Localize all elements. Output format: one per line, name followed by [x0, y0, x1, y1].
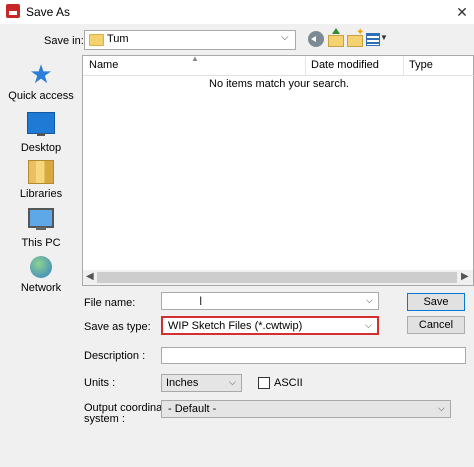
save-as-type-dropdown[interactable]: WIP Sketch Files (*.cwtwip) ⌵ — [161, 316, 379, 335]
place-label: Network — [20, 282, 62, 294]
save-as-type-label: Save as type: — [84, 321, 151, 333]
place-label: Libraries — [19, 188, 63, 200]
output-coordinate-label-line2: system : — [84, 413, 125, 425]
network-icon — [30, 256, 52, 278]
column-divider[interactable] — [403, 56, 404, 75]
output-coordinate-dropdown[interactable]: - Default - ⌵ — [161, 400, 451, 418]
save-in-dropdown[interactable]: Tum ⌵ — [84, 30, 296, 50]
chevron-down-icon: ⌵ — [438, 403, 445, 413]
file-name-input[interactable]: I ⌵ — [161, 292, 379, 310]
file-name-label: File name: — [84, 297, 136, 309]
folder-icon — [89, 34, 104, 46]
save-in-label: Save in: — [44, 35, 84, 47]
place-desktop[interactable]: Desktop — [6, 112, 76, 154]
up-arrow-icon — [332, 28, 340, 34]
desktop-icon — [27, 112, 55, 136]
column-date-modified[interactable]: Date modified — [311, 59, 379, 71]
libraries-icon — [28, 160, 54, 184]
horizontal-scrollbar[interactable]: ◀ ▶ — [83, 270, 473, 285]
description-label: Description : — [84, 350, 146, 362]
chevron-down-icon: ⌵ — [281, 32, 289, 43]
save-as-type-value: WIP Sketch Files (*.cwtwip) — [168, 320, 303, 332]
chevron-down-icon[interactable]: ⌵ — [366, 295, 373, 306]
place-label: Desktop — [20, 142, 62, 154]
app-icon — [6, 4, 20, 18]
place-quick-access[interactable]: ★ Quick access — [6, 59, 76, 102]
units-label: Units : — [84, 377, 116, 389]
title-bar: Save As ✕ — [0, 0, 474, 24]
save-in-value: Tum — [107, 33, 129, 45]
column-name[interactable]: Name — [89, 59, 118, 71]
save-button[interactable]: Save — [407, 293, 465, 311]
place-label: This PC — [21, 237, 61, 249]
place-this-pc[interactable]: This PC — [6, 208, 76, 249]
star-icon: ★ — [29, 59, 53, 89]
chevron-down-icon: ⌵ — [365, 320, 372, 330]
chevron-down-icon: ⌵ — [229, 377, 236, 387]
scrollbar-thumb[interactable] — [97, 272, 457, 283]
place-network[interactable]: Network — [6, 256, 76, 294]
empty-message: No items match your search. — [209, 78, 349, 90]
sparkle-icon: ✦ — [356, 27, 365, 38]
column-divider[interactable] — [305, 56, 306, 75]
units-value: Inches — [166, 377, 199, 389]
scroll-left-icon[interactable]: ◀ — [86, 271, 94, 282]
place-label: Quick access — [8, 90, 74, 102]
up-folder-shape — [328, 35, 344, 47]
output-coordinate-value: - Default - — [168, 403, 217, 415]
column-header-row: Name ▲ Date modified Type — [83, 54, 474, 76]
sort-up-icon: ▲ — [191, 54, 199, 63]
column-type[interactable]: Type — [409, 59, 433, 71]
ascii-checkbox[interactable] — [258, 377, 270, 389]
window-title: Save As — [26, 5, 71, 19]
back-icon[interactable] — [308, 31, 324, 47]
text-cursor-icon: I — [199, 294, 203, 308]
close-icon[interactable]: ✕ — [452, 2, 472, 22]
units-dropdown[interactable]: Inches ⌵ — [161, 374, 242, 392]
file-list[interactable]: Name ▲ Date modified Type No items match… — [82, 54, 474, 286]
up-folder-icon[interactable] — [328, 28, 344, 47]
place-libraries[interactable]: Libraries — [6, 160, 76, 200]
view-grid-icon — [366, 33, 380, 46]
new-folder-icon[interactable]: ✦ — [347, 27, 364, 47]
cancel-button[interactable]: Cancel — [407, 316, 465, 334]
ascii-label: ASCII — [274, 377, 303, 389]
chevron-down-icon: ▼ — [380, 33, 388, 42]
description-input[interactable] — [161, 347, 466, 364]
computer-icon — [28, 208, 54, 230]
scroll-right-icon[interactable]: ▶ — [461, 271, 469, 282]
view-menu-icon[interactable]: ▼ — [366, 31, 388, 47]
